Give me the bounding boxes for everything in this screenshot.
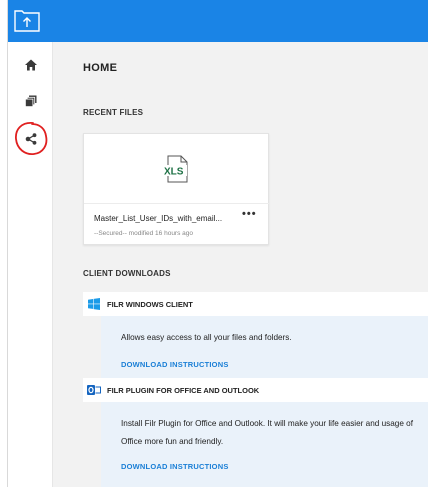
file-meta: --Secured-- modified 16 hours ago <box>94 230 193 237</box>
file-more-menu-button[interactable]: ••• <box>242 208 257 220</box>
top-bar <box>8 0 428 42</box>
brand-button[interactable] <box>8 0 48 42</box>
sidebar <box>8 42 53 487</box>
home-icon <box>25 59 37 71</box>
recent-files-heading: RECENT FILES <box>83 108 144 117</box>
download-details-office-plugin: Install Filr Plugin for Office and Outlo… <box>101 402 428 487</box>
download-description: Allows easy access to all your files and… <box>121 333 292 342</box>
download-instructions-link[interactable]: DOWNLOAD INSTRUCTIONS <box>121 360 229 369</box>
file-name[interactable]: Master_List_User_IDs_with_email... <box>94 214 234 223</box>
window-left-edge <box>0 0 8 487</box>
download-details-windows-client: Allows easy access to all your files and… <box>101 316 428 378</box>
xls-badge: XLS <box>164 167 184 178</box>
sidebar-item-files[interactable] <box>16 86 46 116</box>
download-item-title: FILR PLUGIN FOR OFFICE AND OUTLOOK <box>107 385 260 395</box>
download-item-office-plugin[interactable]: FILR PLUGIN FOR OFFICE AND OUTLOOK <box>83 378 428 402</box>
upload-folder-icon <box>14 10 40 32</box>
recent-file-card[interactable]: XLS Master_List_User_IDs_with_email... •… <box>83 133 270 245</box>
outlook-icon <box>87 383 101 397</box>
windows-icon <box>87 297 101 311</box>
sidebar-item-home[interactable] <box>16 50 46 80</box>
page-title: HOME <box>83 62 118 74</box>
download-item-windows-client[interactable]: FILR WINDOWS CLIENT <box>83 292 428 316</box>
file-thumbnail: XLS <box>84 134 270 204</box>
documents-icon <box>24 95 37 107</box>
download-description: Install Filr Plugin for Office and Outlo… <box>121 419 414 446</box>
download-instructions-link[interactable]: DOWNLOAD INSTRUCTIONS <box>121 462 229 471</box>
annotation-circle <box>15 122 48 155</box>
xls-file-icon: XLS <box>163 155 188 183</box>
main-content: HOME RECENT FILES XLS Master_List_User_I… <box>53 42 428 487</box>
client-downloads-heading: CLIENT DOWNLOADS <box>83 269 171 278</box>
download-item-title: FILR WINDOWS CLIENT <box>107 299 193 309</box>
